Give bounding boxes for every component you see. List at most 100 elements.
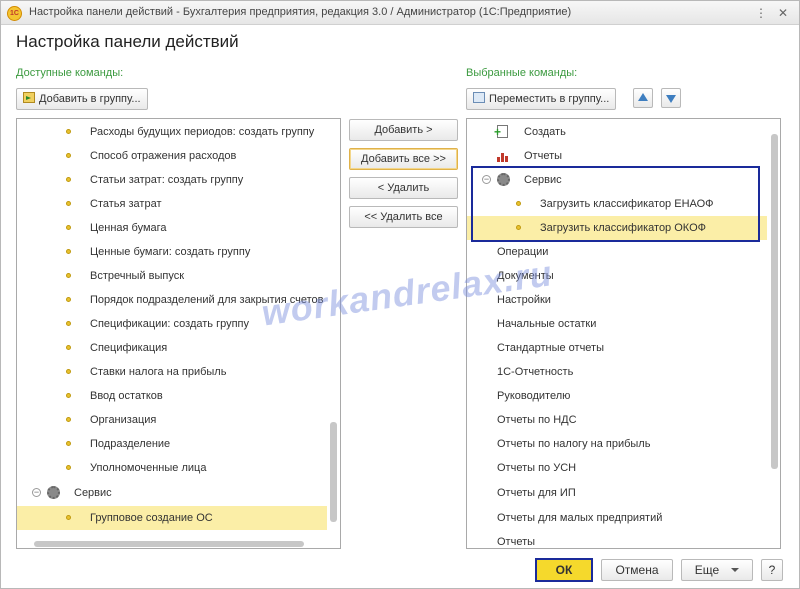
- remove-button[interactable]: < Удалить: [349, 177, 458, 199]
- command-dot-icon: [66, 441, 71, 446]
- cancel-button[interactable]: Отмена: [601, 559, 673, 581]
- command-dot-icon: [66, 393, 71, 398]
- available-commands-label: Доступные команды:: [16, 67, 124, 79]
- list-item[interactable]: Стандартные отчеты: [467, 336, 767, 360]
- list-item-label: Подразделение: [90, 438, 171, 450]
- list-item[interactable]: Ввод остатков: [17, 384, 327, 408]
- list-item[interactable]: Руководителю: [467, 384, 767, 408]
- list-item-label: Начальные остатки: [497, 318, 597, 330]
- list-item[interactable]: Статьи затрат: создать группу: [17, 168, 327, 192]
- list-item[interactable]: Начальные остатки: [467, 312, 767, 336]
- command-dot-icon: [66, 345, 71, 350]
- arrow-up-icon: [638, 93, 648, 101]
- list-item[interactable]: Подразделение: [17, 432, 327, 456]
- move-to-group-label: Переместить в группу...: [489, 93, 610, 105]
- move-up-button[interactable]: [633, 88, 653, 108]
- command-dot-icon: [66, 369, 71, 374]
- list-item-selected[interactable]: Групповое создание ОС: [17, 506, 327, 530]
- add-to-group-label: Добавить в группу...: [39, 93, 141, 105]
- horizontal-scrollbar[interactable]: [34, 541, 304, 547]
- list-item-create[interactable]: Создать: [467, 120, 767, 144]
- add-to-group-button[interactable]: Добавить в группу...: [16, 88, 148, 110]
- collapse-icon[interactable]: −: [32, 488, 41, 497]
- add-all-button[interactable]: Добавить все >>: [349, 148, 458, 170]
- available-commands-list[interactable]: Расходы будущих периодов: создать группу…: [16, 118, 341, 549]
- move-to-group-button[interactable]: Переместить в группу...: [466, 88, 617, 110]
- list-item[interactable]: Отчеты для ИП: [467, 481, 767, 505]
- remove-all-button[interactable]: << Удалить все: [349, 206, 458, 228]
- list-item[interactable]: Ставки налога на прибыль: [17, 360, 327, 384]
- command-dot-icon: [66, 321, 71, 326]
- list-item[interactable]: Отчеты: [467, 530, 767, 548]
- list-item-label: Ввод остатков: [90, 390, 163, 402]
- list-item[interactable]: Отчеты по налогу на прибыль: [467, 432, 767, 456]
- move-to-group-icon: [473, 92, 485, 103]
- list-item[interactable]: Ценная бумага: [17, 216, 327, 240]
- command-dot-icon: [66, 129, 71, 134]
- vertical-scrollbar[interactable]: [330, 422, 337, 522]
- close-icon[interactable]: ✕: [775, 5, 791, 21]
- command-dot-icon: [66, 515, 71, 520]
- command-dot-icon: [66, 153, 71, 158]
- list-item[interactable]: 1С-Отчетность: [467, 360, 767, 384]
- list-item[interactable]: Спецификация: [17, 336, 327, 360]
- title-bar: 1С Настройка панели действий - Бухгалтер…: [1, 1, 799, 25]
- list-item[interactable]: Расходы будущих периодов: создать группу: [17, 120, 327, 144]
- command-dot-icon: [66, 273, 71, 278]
- group-row-service[interactable]: − Сервис: [17, 481, 327, 505]
- list-item-label: Отчеты по УСН: [497, 462, 577, 474]
- list-item[interactable]: Способ отражения расходов: [17, 144, 327, 168]
- ok-button[interactable]: ОК: [535, 558, 593, 582]
- create-icon: [494, 120, 508, 144]
- list-item-label: Расходы будущих периодов: создать группу: [90, 126, 315, 138]
- list-item-label: Организация: [90, 414, 157, 426]
- list-item[interactable]: Отчеты по НДС: [467, 408, 767, 432]
- list-item-label: Отчеты: [497, 536, 536, 548]
- more-icon[interactable]: ⋮: [753, 5, 769, 21]
- list-item-label: Спецификации: создать группу: [90, 318, 249, 330]
- move-down-button[interactable]: [661, 88, 681, 108]
- list-item-label: Ценная бумага: [90, 222, 167, 234]
- command-dot-icon: [66, 417, 71, 422]
- arrow-down-icon: [666, 95, 676, 103]
- list-item[interactable]: Ценные бумаги: создать группу: [17, 240, 327, 264]
- command-dot-icon: [66, 465, 71, 470]
- highlight-frame: [471, 166, 760, 242]
- add-to-group-icon: [23, 92, 35, 103]
- settings-window: 1С Настройка панели действий - Бухгалтер…: [0, 0, 800, 589]
- command-dot-icon: [66, 225, 71, 230]
- list-item[interactable]: Организация: [17, 408, 327, 432]
- list-item-label: Встречный выпуск: [90, 270, 185, 282]
- list-item[interactable]: Отчеты по УСН: [467, 456, 767, 480]
- command-dot-icon: [66, 249, 71, 254]
- list-item-label: Стандартные отчеты: [497, 342, 604, 354]
- list-item-label: Отчеты по налогу на прибыль: [497, 438, 651, 450]
- chevron-down-icon: [731, 568, 740, 572]
- list-item-label: Групповое создание ОС: [90, 512, 213, 524]
- list-item[interactable]: Статья затрат: [17, 192, 327, 216]
- list-item-label: Статьи затрат: создать группу: [90, 174, 244, 186]
- list-item-label: Уполномоченные лица: [90, 462, 207, 474]
- list-item[interactable]: Отчеты для малых предприятий: [467, 506, 767, 530]
- list-item-label: Ставки налога на прибыль: [90, 366, 227, 378]
- list-item-label: Статья затрат: [90, 198, 162, 210]
- command-dot-icon: [66, 177, 71, 182]
- list-item-label: Руководителю: [497, 390, 571, 402]
- gear-icon: [47, 486, 60, 499]
- list-item[interactable]: Уполномоченные лица: [17, 456, 327, 480]
- list-item-label: Ценные бумаги: создать группу: [90, 246, 251, 258]
- list-item-reports[interactable]: Отчеты: [467, 144, 767, 168]
- app-logo-icon: 1С: [7, 6, 22, 21]
- report-chart-icon: [497, 152, 509, 162]
- vertical-scrollbar[interactable]: [771, 134, 778, 469]
- list-item[interactable]: Встречный выпуск: [17, 264, 327, 288]
- list-item-label: Отчеты для малых предприятий: [497, 512, 663, 524]
- list-item-label: Отчеты по НДС: [497, 414, 577, 426]
- list-item-label: 1С-Отчетность: [497, 366, 574, 378]
- list-item-label: Создать: [524, 126, 566, 138]
- help-button[interactable]: ?: [761, 559, 783, 581]
- more-button-label: Еще: [694, 563, 720, 577]
- command-dot-icon: [66, 201, 71, 206]
- more-button[interactable]: Еще: [681, 559, 753, 581]
- add-button[interactable]: Добавить >: [349, 119, 458, 141]
